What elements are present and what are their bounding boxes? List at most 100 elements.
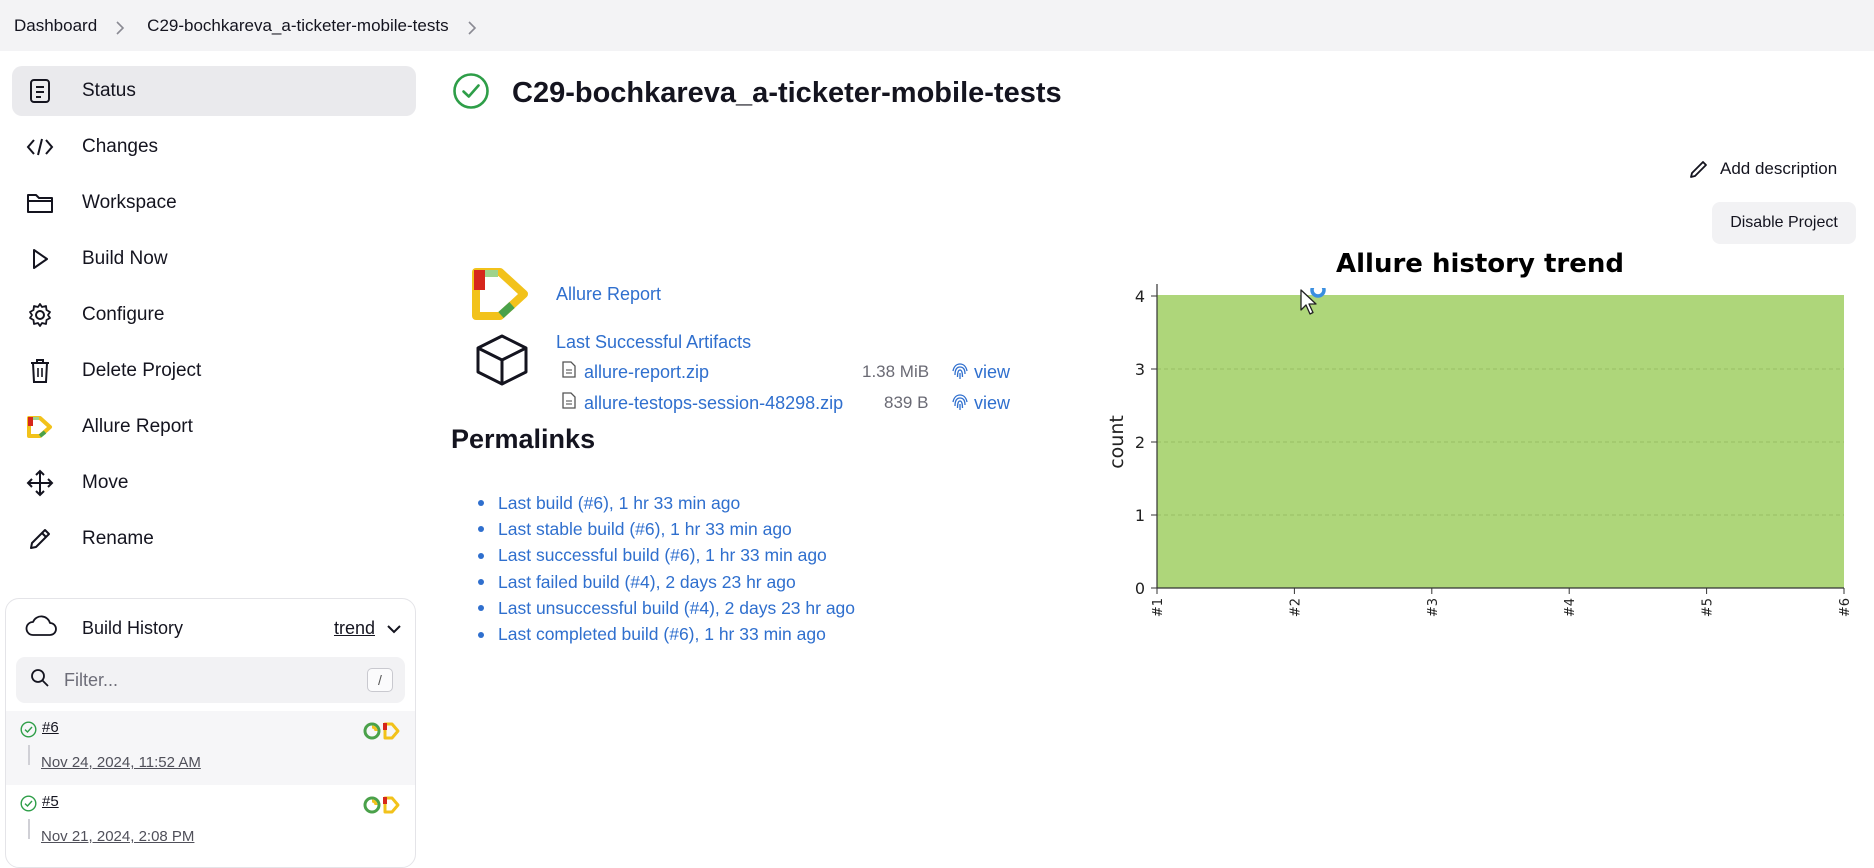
permalink[interactable]: Last completed build (#6), 1 hr 33 min a… — [498, 624, 826, 645]
fingerprint-icon — [952, 363, 974, 381]
sidebar-item-label: Status — [82, 80, 136, 101]
sidebar-item-label: Build Now — [82, 248, 168, 269]
allure-history-trend-chart[interactable]: Allure history trend count 0 1 2 3 4 #1 #2 #3 #… — [1100, 236, 1860, 636]
build-history-panel: Build History trend / #6 Nov 24, 2024, 1… — [5, 598, 416, 868]
allure-logo-icon — [472, 268, 530, 325]
success-icon — [20, 721, 37, 743]
permalink[interactable]: Last unsuccessful build (#4), 2 days 23 … — [498, 598, 855, 619]
sidebar-item-label: Workspace — [82, 192, 177, 213]
code-icon — [26, 133, 54, 161]
add-description-button[interactable]: Add description — [1688, 158, 1837, 180]
view-label: view — [974, 361, 1011, 382]
file-icon — [562, 361, 576, 383]
artifact-size: 1.38 MiB — [862, 362, 930, 381]
pencil-icon — [1688, 158, 1720, 180]
chart-y-axis-label: count — [1106, 415, 1128, 469]
permalinks-list: Last build (#6), 1 hr 33 min ago Last st… — [478, 490, 855, 648]
sidebar-item-workspace[interactable]: Workspace — [12, 178, 416, 228]
artifact-row: allure-report.zip 1.38 MiB view — [562, 360, 1010, 384]
view-label: view — [974, 392, 1011, 413]
success-status-icon — [452, 72, 490, 115]
build-date-link[interactable]: Nov 21, 2024, 2:08 PM — [41, 828, 194, 845]
permalink[interactable]: Last stable build (#6), 1 hr 33 min ago — [498, 519, 792, 540]
fingerprint-icon — [952, 394, 974, 412]
chevron-right-icon[interactable] — [467, 20, 477, 35]
allure-badge-icon[interactable] — [363, 795, 401, 820]
sidebar-item-label: Allure Report — [82, 416, 193, 437]
filter-box: / — [16, 657, 405, 703]
sidebar-item-configure[interactable]: Configure — [12, 290, 416, 340]
build-number-link[interactable]: #5 — [42, 793, 59, 810]
build-date-link[interactable]: Nov 24, 2024, 11:52 AM — [41, 754, 201, 771]
sidebar-item-rename[interactable]: Rename — [12, 514, 416, 564]
add-description-label: Add description — [1720, 159, 1838, 178]
pencil-icon — [26, 525, 54, 553]
permalink[interactable]: Last successful build (#6), 1 hr 33 min … — [498, 545, 827, 566]
list-item: Last stable build (#6), 1 hr 33 min ago — [478, 516, 855, 542]
sidebar-item-build-now[interactable]: Build Now — [12, 234, 416, 284]
x-tick-label: #5 — [1701, 598, 1716, 617]
gear-icon — [26, 301, 54, 329]
list-item: Last failed build (#4), 2 days 23 hr ago — [478, 569, 855, 595]
page-header: C29-bochkareva_a-ticketer-mobile-tests — [452, 72, 1062, 115]
sidebar-item-label: Delete Project — [82, 360, 202, 381]
breadcrumb-project[interactable]: C29-bochkareva_a-ticketer-mobile-tests — [147, 12, 448, 40]
build-row[interactable]: #5 Nov 21, 2024, 2:08 PM — [6, 785, 415, 859]
success-icon — [20, 795, 37, 817]
allure-badge-icon[interactable] — [363, 721, 401, 746]
search-icon — [30, 668, 50, 693]
sidebar-item-label: Configure — [82, 304, 165, 325]
build-history-title: Build History — [82, 617, 184, 638]
permalink[interactable]: Last build (#6), 1 hr 33 min ago — [498, 493, 740, 514]
chart-title: Allure history trend — [1336, 249, 1624, 279]
artifact-row: allure-testops-session-48298.zip 839 B v… — [562, 391, 1010, 415]
trash-icon — [26, 357, 54, 385]
play-icon — [26, 245, 54, 273]
allure-logo-icon — [26, 413, 54, 441]
filter-input[interactable] — [64, 669, 367, 691]
sidebar-item-move[interactable]: Move — [12, 458, 416, 508]
sidebar-item-status[interactable]: Status — [12, 66, 416, 116]
x-tick-label: #1 — [1151, 598, 1166, 617]
file-icon — [562, 392, 576, 414]
folder-icon — [26, 189, 54, 217]
artifact-link[interactable]: allure-report.zip — [584, 362, 709, 383]
x-tick-label: #4 — [1563, 598, 1578, 617]
last-successful-artifacts-link[interactable]: Last Successful Artifacts — [556, 332, 751, 353]
status-icon — [26, 77, 54, 105]
y-tick-label: 1 — [1135, 506, 1145, 525]
move-icon — [26, 469, 54, 497]
trend-link[interactable]: trend — [334, 618, 375, 639]
chart-svg: Allure history trend count 0 1 2 3 4 #1 #2 #3 #… — [1106, 249, 1853, 617]
chevron-down-icon[interactable] — [387, 618, 401, 639]
build-row[interactable]: #6 Nov 24, 2024, 11:52 AM — [6, 711, 415, 785]
artifact-view-link[interactable]: view — [952, 362, 1010, 383]
y-tick-label: 0 — [1135, 579, 1145, 598]
artifact-size: 839 B — [884, 393, 929, 412]
sidebar-item-label: Changes — [82, 136, 159, 157]
mouse-cursor — [1299, 282, 1329, 327]
filter-shortcut-key: / — [367, 668, 393, 692]
artifact-link[interactable]: allure-testops-session-48298.zip — [584, 393, 843, 414]
list-item: Last unsuccessful build (#4), 2 days 23 … — [478, 595, 855, 621]
timeline-line — [28, 819, 30, 839]
build-number-link[interactable]: #6 — [42, 719, 59, 736]
x-tick-label: #3 — [1426, 598, 1441, 617]
breadcrumb: Dashboard C29-bochkareva_a-ticketer-mobi… — [0, 0, 1874, 51]
artifact-view-link[interactable]: view — [952, 393, 1010, 414]
sidebar-item-delete-project[interactable]: Delete Project — [12, 346, 416, 396]
y-tick-label: 2 — [1135, 433, 1145, 452]
sidebar: Status Changes Workspace Build Now Confi… — [12, 66, 416, 570]
sidebar-item-label: Move — [82, 472, 129, 493]
y-tick-label: 4 — [1135, 287, 1145, 306]
list-item: Last successful build (#6), 1 hr 33 min … — [478, 543, 855, 569]
package-icon — [474, 332, 530, 393]
timeline-line — [28, 745, 30, 765]
list-item: Last build (#6), 1 hr 33 min ago — [478, 490, 855, 516]
sidebar-item-changes[interactable]: Changes — [12, 122, 416, 172]
breadcrumb-dashboard[interactable]: Dashboard — [14, 12, 97, 40]
permalinks-heading: Permalinks — [451, 424, 596, 454]
permalink[interactable]: Last failed build (#4), 2 days 23 hr ago — [498, 572, 796, 593]
allure-report-link[interactable]: Allure Report — [556, 284, 661, 305]
sidebar-item-allure-report[interactable]: Allure Report — [12, 402, 416, 452]
